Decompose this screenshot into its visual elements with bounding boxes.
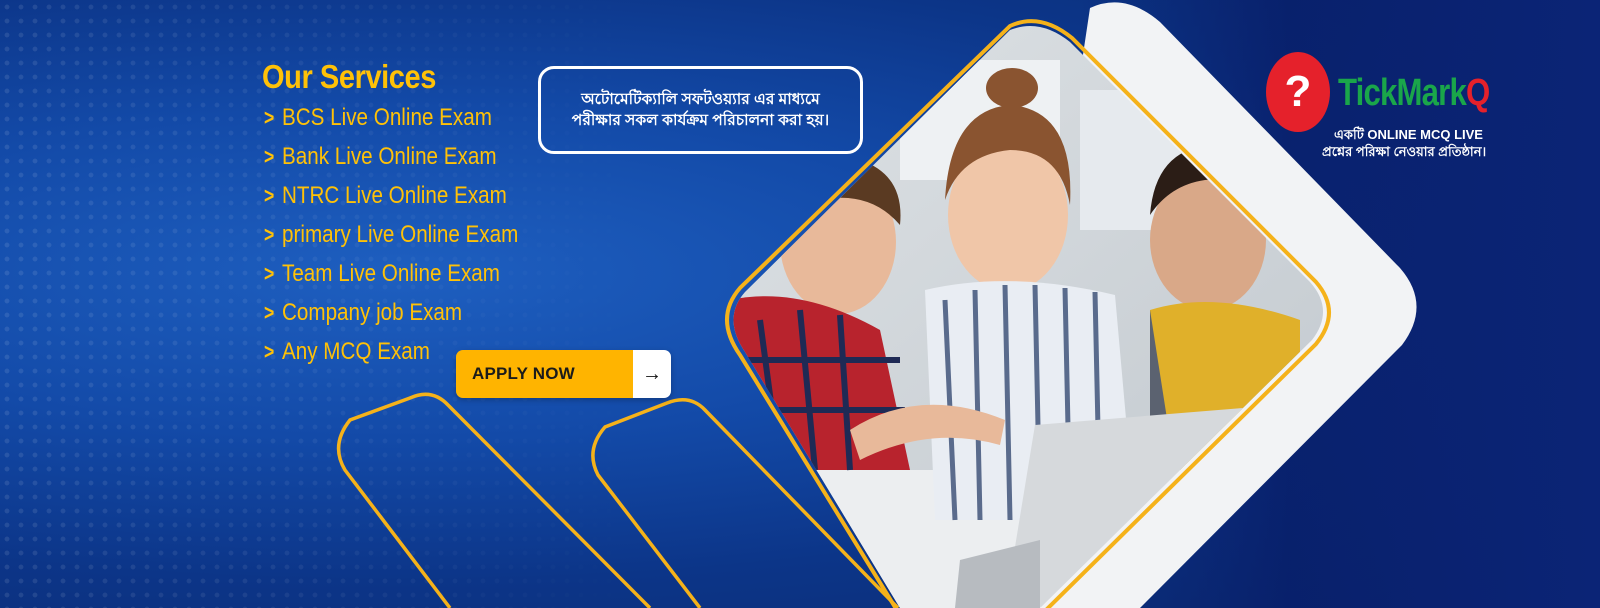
apply-now-label: APPLY NOW	[456, 350, 633, 398]
chevron-right-icon: >	[264, 104, 275, 130]
chevron-right-icon: >	[264, 221, 275, 247]
chevron-right-icon: >	[264, 260, 275, 286]
brand-name-text: TickMarkQ	[1338, 72, 1490, 114]
service-label: NTRC Live Online Exam	[282, 181, 507, 209]
brand-name: TickMarkQ	[1338, 72, 1523, 115]
chevron-right-icon: >	[264, 143, 275, 169]
service-item: > NTRC Live Online Exam	[262, 176, 557, 215]
tagline-line-2: পরীক্ষার সকল কার্যক্রম পরিচালনা করা হয়।	[571, 112, 830, 129]
hero-banner: Our Services > BCS Live Online Exam > Ba…	[0, 0, 1600, 608]
arrow-right-icon: →	[633, 350, 671, 398]
brand-tagline-2: প্রশ্নের পরিক্ষা নেওয়ার প্রতিষ্ঠান।	[1322, 144, 1487, 159]
chevron-right-icon: >	[264, 299, 275, 325]
service-label: Company job Exam	[282, 298, 463, 326]
service-item: > Team Live Online Exam	[262, 254, 557, 293]
chevron-right-icon: >	[264, 182, 275, 208]
apply-now-button[interactable]: APPLY NOW →	[456, 350, 671, 398]
services-list: > BCS Live Online Exam > Bank Live Onlin…	[262, 98, 557, 371]
chevron-right-icon: >	[264, 338, 275, 364]
service-item: > primary Live Online Exam	[262, 215, 557, 254]
services-section: Our Services > BCS Live Online Exam > Ba…	[262, 58, 557, 371]
service-label: primary Live Online Exam	[282, 220, 519, 248]
service-label: BCS Live Online Exam	[282, 103, 492, 131]
service-item: > BCS Live Online Exam	[262, 98, 557, 137]
service-label: Any MCQ Exam	[282, 337, 430, 365]
services-title: Our Services	[262, 58, 436, 95]
service-item: > Company job Exam	[262, 293, 557, 332]
service-label: Bank Live Online Exam	[282, 142, 497, 170]
brand-logo[interactable]: ? TickMarkQ একটি ONLINE MCQ LIVE প্রশ্নে…	[1262, 48, 1522, 168]
tagline-line-1: অটোমেটিক্যালি সফটওয়্যার এর মাধ্যমে	[581, 91, 820, 108]
service-label: Team Live Online Exam	[282, 259, 500, 287]
service-item: > Bank Live Online Exam	[262, 137, 557, 176]
question-check-icon: ?	[1266, 52, 1330, 132]
tagline-box: অটোমেটিক্যালি সফটওয়্যার এর মাধ্যমে পরীক…	[538, 66, 863, 154]
